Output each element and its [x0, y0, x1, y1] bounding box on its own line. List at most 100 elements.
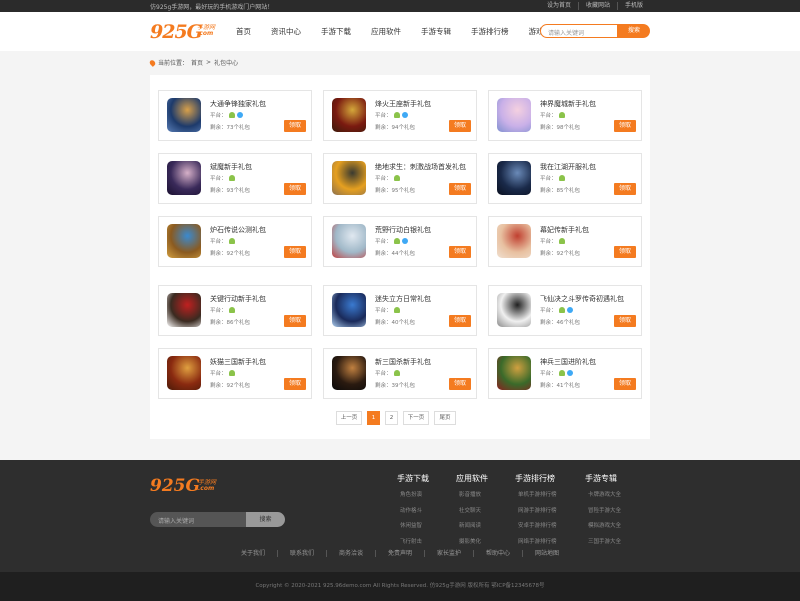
game-icon[interactable]	[167, 224, 201, 258]
nav-apps[interactable]: 应用软件	[371, 26, 401, 37]
gift-name[interactable]: 绝地求生：刺激战场首发礼包	[375, 162, 466, 172]
prev-page-button[interactable]: 上一页	[336, 411, 362, 425]
page-2-button[interactable]: 2	[385, 411, 398, 425]
game-icon[interactable]	[497, 98, 531, 132]
footer-link[interactable]: 动作格斗	[397, 506, 457, 514]
footer-link[interactable]: 影音播放	[456, 490, 516, 498]
about-link[interactable]: 关于我们	[229, 550, 277, 557]
footer-link[interactable]: 三国手游大全	[585, 537, 645, 545]
gift-name[interactable]: 烽火王座新手礼包	[375, 99, 431, 109]
nav-rankings[interactable]: 手游排行榜	[471, 26, 509, 37]
gift-name[interactable]: 幕妃传新手礼包	[540, 225, 589, 235]
search-button[interactable]: 搜索	[618, 24, 650, 38]
sitemap-link[interactable]: 网站地图	[522, 550, 571, 557]
game-icon[interactable]	[497, 356, 531, 390]
game-icon[interactable]	[167, 161, 201, 195]
business-link[interactable]: 商务洽谈	[325, 550, 375, 557]
footer-link[interactable]: 单机手游排行榜	[515, 490, 585, 498]
pagination: 上一页 1 2 下一页 尾页	[336, 411, 456, 425]
claim-button[interactable]: 领取	[449, 378, 471, 390]
platform-label: 平台：	[540, 113, 557, 119]
gift-name[interactable]: 炉石传说公测礼包	[210, 225, 266, 235]
game-icon[interactable]	[332, 98, 366, 132]
claim-button[interactable]: 领取	[284, 315, 306, 327]
claim-button[interactable]: 领取	[614, 183, 636, 195]
footer-link[interactable]: 网游手游排行榜	[515, 506, 585, 514]
footer-link[interactable]: 角色扮演	[397, 490, 457, 498]
footer-logo[interactable]: 925G 手游网 .com	[150, 476, 220, 498]
gift-name[interactable]: 妖猫三国新手礼包	[210, 357, 266, 367]
site-tagline: 仿925g手游网，最好玩的手机游戏门户网站！	[150, 4, 274, 11]
footer-search-input[interactable]: 请输入关键词	[150, 512, 246, 527]
breadcrumb-home[interactable]: 首页	[191, 58, 203, 67]
game-icon[interactable]	[332, 356, 366, 390]
gift-name[interactable]: 斌魔新手礼包	[210, 162, 252, 172]
footer-link[interactable]: 安卓手游排行榜	[515, 521, 585, 529]
gift-name[interactable]: 荒野行动白银礼包	[375, 225, 431, 235]
claim-button[interactable]: 领取	[449, 246, 471, 258]
footer-link[interactable]: 社交聊天	[456, 506, 516, 514]
gift-name[interactable]: 大通争锋独家礼包	[210, 99, 266, 109]
game-icon[interactable]	[497, 224, 531, 258]
mobile-version-link[interactable]: 手机版	[616, 2, 650, 10]
claim-button[interactable]: 领取	[284, 378, 306, 390]
game-icon[interactable]	[332, 224, 366, 258]
parental-link[interactable]: 家长监护	[424, 550, 473, 557]
game-icon[interactable]	[167, 356, 201, 390]
game-icon[interactable]	[332, 293, 366, 327]
footer-search-button[interactable]: 搜索	[246, 512, 285, 527]
claim-button[interactable]: 领取	[614, 246, 636, 258]
gift-card: 新三国杀新手礼包 平台： 剩余：39个礼包 领取	[323, 348, 477, 399]
bookmark-link[interactable]: 收藏网站	[577, 2, 617, 10]
claim-button[interactable]: 领取	[449, 120, 471, 132]
page-1-button[interactable]: 1	[367, 411, 380, 425]
gift-name[interactable]: 神兵三国进阶礼包	[540, 357, 596, 367]
help-link[interactable]: 帮助中心	[473, 550, 522, 557]
claim-button[interactable]: 领取	[614, 120, 636, 132]
gift-panel: 大通争锋独家礼包 平台： 剩余：73个礼包 领取 烽火王座新手礼包 平台： 剩余：94个礼包…	[150, 75, 650, 439]
last-page-button[interactable]: 尾页	[434, 411, 456, 425]
game-icon[interactable]	[167, 98, 201, 132]
search-input[interactable]: 请输入关键词	[540, 24, 618, 38]
gift-card: 荒野行动白银礼包 平台： 剩余：44个礼包 领取	[323, 216, 477, 267]
disclaimer-link[interactable]: 免责声明	[374, 550, 424, 557]
nav-game-download[interactable]: 手游下载	[321, 26, 351, 37]
footer-link[interactable]: 飞行射击	[397, 537, 457, 545]
footer-link[interactable]: 模拟游戏大全	[585, 521, 645, 529]
claim-button[interactable]: 领取	[284, 183, 306, 195]
game-icon[interactable]	[167, 293, 201, 327]
game-icon[interactable]	[497, 161, 531, 195]
game-icon[interactable]	[497, 293, 531, 327]
gift-name[interactable]: 新三国杀新手礼包	[375, 357, 431, 367]
android-icon	[558, 370, 565, 376]
claim-button[interactable]: 领取	[614, 378, 636, 390]
gift-name[interactable]: 飞仙决之斗罗传奇初遇礼包	[540, 294, 624, 304]
remaining-count: 剩余：92个礼包	[210, 251, 250, 257]
footer-link[interactable]: 冒险手游大全	[585, 506, 645, 514]
claim-button[interactable]: 领取	[614, 315, 636, 327]
footer-link[interactable]: 卡牌游戏大全	[585, 490, 645, 498]
site-logo[interactable]: 925G 手游网 .com	[150, 21, 220, 43]
claim-button[interactable]: 领取	[284, 246, 306, 258]
footer-link[interactable]: 摄影美化	[456, 537, 516, 545]
next-page-button[interactable]: 下一页	[403, 411, 429, 425]
footer-link[interactable]: 新闻阅读	[456, 521, 516, 529]
nav-news[interactable]: 资讯中心	[271, 26, 301, 37]
gift-name[interactable]: 神界魔城新手礼包	[540, 99, 596, 109]
platform-label: 平台：	[375, 176, 392, 182]
footer-link[interactable]: 网络手游排行榜	[515, 537, 585, 545]
gift-name[interactable]: 关键行动新手礼包	[210, 294, 266, 304]
set-homepage-link[interactable]: 设为首页	[540, 2, 578, 10]
claim-button[interactable]: 领取	[284, 120, 306, 132]
contact-link[interactable]: 联系我们	[276, 550, 326, 557]
gift-name[interactable]: 我在江湖开服礼包	[540, 162, 596, 172]
nav-collections[interactable]: 手游专辑	[421, 26, 451, 37]
gift-name[interactable]: 迷失立方日常礼包	[375, 294, 431, 304]
claim-button[interactable]: 领取	[449, 183, 471, 195]
footer-link[interactable]: 休闲益智	[397, 521, 457, 529]
gift-card: 神兵三国进阶礼包 平台： 剩余：41个礼包 领取	[488, 348, 642, 399]
nav-home[interactable]: 首页	[236, 26, 251, 37]
game-icon[interactable]	[332, 161, 366, 195]
claim-button[interactable]: 领取	[449, 315, 471, 327]
android-icon	[393, 175, 400, 181]
